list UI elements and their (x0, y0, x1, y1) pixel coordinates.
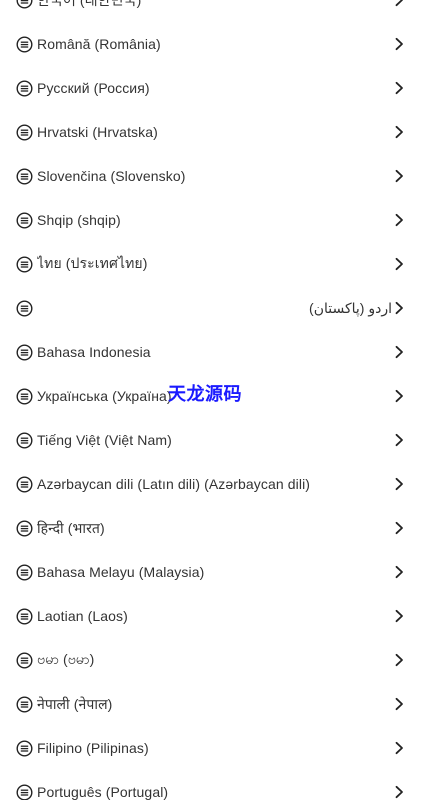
language-list-icon (16, 784, 33, 800)
language-item-label: Українська (Україна) (37, 388, 172, 404)
language-list-icon (16, 695, 33, 713)
language-list-icon (16, 255, 33, 273)
chevron-right-icon (392, 257, 406, 271)
language-item-label: Bahasa Melayu (Malaysia) (37, 564, 205, 580)
language-item-label: हिन्दी (भारत) (37, 519, 105, 536)
language-list-icon (16, 0, 33, 9)
chevron-right-icon (392, 389, 406, 403)
language-item[interactable]: Português (Portugal) (0, 770, 424, 800)
language-list-icon (16, 123, 33, 141)
language-item[interactable]: Hrvatski (Hrvatska) (0, 110, 424, 154)
language-item[interactable]: Română (România) (0, 22, 424, 66)
language-item[interactable]: Bahasa Indonesia (0, 330, 424, 374)
language-selection-screen: 한국어 (대한민국) Română (România) Русский (Росси… (0, 0, 424, 800)
language-item[interactable]: Shqip (shqip) (0, 198, 424, 242)
chevron-right-icon (392, 521, 406, 535)
language-item-label: Tiếng Việt (Việt Nam) (37, 432, 172, 448)
language-list-icon (16, 563, 33, 581)
language-list-icon (16, 475, 33, 493)
chevron-right-icon (392, 477, 406, 491)
language-item[interactable]: हिन्दी (भारत) (0, 506, 424, 550)
language-item[interactable]: नेपाली (नेपाल) (0, 682, 424, 726)
language-list-icon (16, 343, 33, 361)
chevron-right-icon (392, 169, 406, 183)
language-item-label: Slovenčina (Slovensko) (37, 168, 186, 184)
language-item[interactable]: Filipino (Pilipinas) (0, 726, 424, 770)
language-list-icon (16, 387, 33, 405)
language-item-label: ဗမာ (ဗမာ) (37, 650, 95, 667)
language-item[interactable]: Tiếng Việt (Việt Nam) (0, 418, 424, 462)
language-list-icon (16, 79, 33, 97)
chevron-right-icon (392, 609, 406, 623)
language-list-icon (16, 519, 33, 537)
chevron-right-icon (392, 653, 406, 667)
language-list-icon (16, 431, 33, 449)
language-item[interactable]: Bahasa Melayu (Malaysia) (0, 550, 424, 594)
language-item-label: Shqip (shqip) (37, 212, 121, 228)
language-item[interactable]: ဗမာ (ဗမာ) (0, 638, 424, 682)
chevron-right-icon (392, 785, 406, 799)
language-item[interactable]: اردو (پاکستان) (0, 286, 424, 330)
language-item[interactable]: 한국어 (대한민국) (0, 0, 424, 22)
language-item[interactable]: ไทย (ประเทศไทย) (0, 242, 424, 286)
language-list-icon (16, 211, 33, 229)
chevron-right-icon (392, 125, 406, 139)
chevron-right-icon (392, 37, 406, 51)
language-item-label: नेपाली (नेपाल) (37, 695, 113, 712)
language-item-label: Laotian (Laos) (37, 608, 128, 624)
language-item-label: Português (Portugal) (37, 784, 169, 800)
language-item[interactable]: Laotian (Laos) (0, 594, 424, 638)
language-list-icon (16, 35, 33, 53)
language-list-icon (16, 739, 33, 757)
language-list: 한국어 (대한민국) Română (România) Русский (Росси… (0, 0, 424, 800)
language-item-label: ไทย (ประเทศไทย) (37, 255, 148, 271)
language-item-label: 한국어 (대한민국) (37, 0, 142, 8)
chevron-right-icon (392, 0, 406, 7)
language-item-label: Русский (Россия) (37, 80, 150, 96)
language-item[interactable]: Русский (Россия) (0, 66, 424, 110)
language-item-label: Română (România) (37, 36, 161, 52)
language-list-icon (16, 167, 33, 185)
chevron-right-icon (392, 213, 406, 227)
chevron-right-icon (392, 81, 406, 95)
chevron-right-icon (392, 345, 406, 359)
language-item-label: اردو (پاکستان) (309, 299, 392, 316)
chevron-right-icon (392, 565, 406, 579)
language-list-icon (16, 607, 33, 625)
language-item-label: Filipino (Pilipinas) (37, 740, 149, 756)
chevron-right-icon (392, 697, 406, 711)
chevron-right-icon (392, 741, 406, 755)
chevron-right-icon (392, 301, 406, 315)
language-list-icon (16, 651, 33, 669)
language-item-label: Bahasa Indonesia (37, 344, 151, 360)
language-list-icon (16, 299, 33, 317)
language-item-label: Hrvatski (Hrvatska) (37, 124, 158, 140)
language-item[interactable]: Azərbaycan dili (Latın dili) (Azərbaycan… (0, 462, 424, 506)
chevron-right-icon (392, 433, 406, 447)
language-item[interactable]: Українська (Україна) (0, 374, 424, 418)
language-item[interactable]: Slovenčina (Slovensko) (0, 154, 424, 198)
language-item-label: Azərbaycan dili (Latın dili) (Azərbaycan… (37, 476, 311, 492)
